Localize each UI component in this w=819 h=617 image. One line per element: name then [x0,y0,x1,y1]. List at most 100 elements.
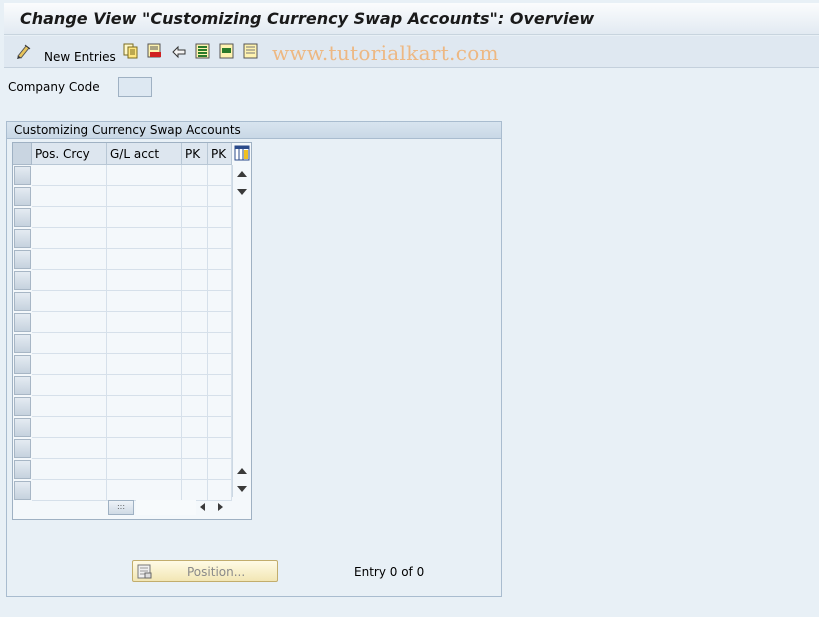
table-cell[interactable] [182,186,208,207]
table-cell[interactable] [182,270,208,291]
scroll-left-icon[interactable] [200,503,205,511]
table-cell[interactable] [32,375,107,396]
scroll-page-up-icon[interactable] [237,468,247,474]
table-cell[interactable] [107,312,182,333]
table-cell[interactable] [107,480,182,501]
column-header-gl-acct[interactable]: G/L acct [107,143,182,165]
table-cell[interactable] [32,333,107,354]
table-cell[interactable] [107,291,182,312]
deselect-all-icon[interactable] [243,42,259,60]
position-button[interactable]: Position... [132,560,278,582]
table-cell[interactable] [208,249,232,270]
table-cell[interactable] [107,186,182,207]
row-selector[interactable] [14,229,31,248]
table-cell[interactable] [107,228,182,249]
table-cell[interactable] [107,375,182,396]
table-cell[interactable] [182,312,208,333]
scroll-page-down-icon[interactable] [237,486,247,492]
table-cell[interactable] [107,207,182,228]
scroll-up-icon[interactable] [237,171,247,177]
row-selector[interactable] [14,376,31,395]
table-cell[interactable] [107,333,182,354]
table-cell[interactable] [32,291,107,312]
row-selector[interactable] [14,397,31,416]
table-cell[interactable] [32,480,107,501]
table-cell[interactable] [208,333,232,354]
table-cell[interactable] [32,396,107,417]
new-entries-button[interactable]: New Entries [4,42,116,64]
vertical-scrollbar[interactable] [232,165,251,497]
scroll-thumb[interactable]: ::: [108,500,134,515]
row-selector[interactable] [14,187,31,206]
table-cell[interactable] [32,354,107,375]
table-cell[interactable] [32,186,107,207]
row-selector[interactable] [14,418,31,437]
table-cell[interactable] [182,354,208,375]
row-selector[interactable] [14,460,31,479]
table-cell[interactable] [182,291,208,312]
row-selector[interactable] [14,439,31,458]
select-block-icon[interactable] [219,42,235,60]
row-selector[interactable] [14,481,31,500]
select-all-rows-button[interactable] [13,143,32,165]
table-cell[interactable] [208,165,232,186]
table-cell[interactable] [107,459,182,480]
row-selector[interactable] [14,292,31,311]
table-cell[interactable] [32,270,107,291]
table-cell[interactable] [208,312,232,333]
table-cell[interactable] [208,480,232,501]
table-cell[interactable] [208,396,232,417]
table-cell[interactable] [32,438,107,459]
table-cell[interactable] [208,207,232,228]
table-cell[interactable] [182,396,208,417]
table-cell[interactable] [32,417,107,438]
table-cell[interactable] [182,333,208,354]
table-cell[interactable] [107,438,182,459]
table-cell[interactable] [208,417,232,438]
company-code-field[interactable] [118,77,152,97]
row-selector[interactable] [14,166,31,185]
row-selector[interactable] [14,271,31,290]
table-cell[interactable] [208,291,232,312]
table-cell[interactable] [107,165,182,186]
table-cell[interactable] [208,354,232,375]
table-cell[interactable] [182,417,208,438]
table-cell[interactable] [107,249,182,270]
undo-icon[interactable] [171,42,187,60]
copy-icon[interactable] [123,42,139,60]
table-cell[interactable] [182,207,208,228]
table-cell[interactable] [208,375,232,396]
row-selector[interactable] [14,208,31,227]
table-cell[interactable] [208,459,232,480]
horizontal-scrollbar[interactable]: ::: [108,499,231,516]
table-settings-icon[interactable] [234,145,250,164]
table-cell[interactable] [107,270,182,291]
table-cell[interactable] [182,228,208,249]
table-cell[interactable] [182,480,208,501]
table-cell[interactable] [32,312,107,333]
column-header-pk-1[interactable]: PK [182,143,208,165]
table-cell[interactable] [32,207,107,228]
table-cell[interactable] [208,186,232,207]
column-header-pos-crcy[interactable]: Pos. Crcy [32,143,107,165]
row-selector[interactable] [14,355,31,374]
table-cell[interactable] [208,228,232,249]
table-cell[interactable] [182,438,208,459]
select-all-icon[interactable] [195,42,211,60]
row-selector[interactable] [14,313,31,332]
row-selector[interactable] [14,250,31,269]
table-cell[interactable] [32,459,107,480]
table-cell[interactable] [182,249,208,270]
table-cell[interactable] [107,417,182,438]
table-cell[interactable] [182,375,208,396]
column-header-pk-2[interactable]: PK [208,143,232,165]
row-selector[interactable] [14,334,31,353]
table-cell[interactable] [107,354,182,375]
table-cell[interactable] [32,165,107,186]
table-cell[interactable] [32,249,107,270]
table-cell[interactable] [107,396,182,417]
table-cell[interactable] [208,438,232,459]
table-cell[interactable] [208,270,232,291]
delete-icon[interactable] [147,42,163,60]
table-cell[interactable] [32,228,107,249]
